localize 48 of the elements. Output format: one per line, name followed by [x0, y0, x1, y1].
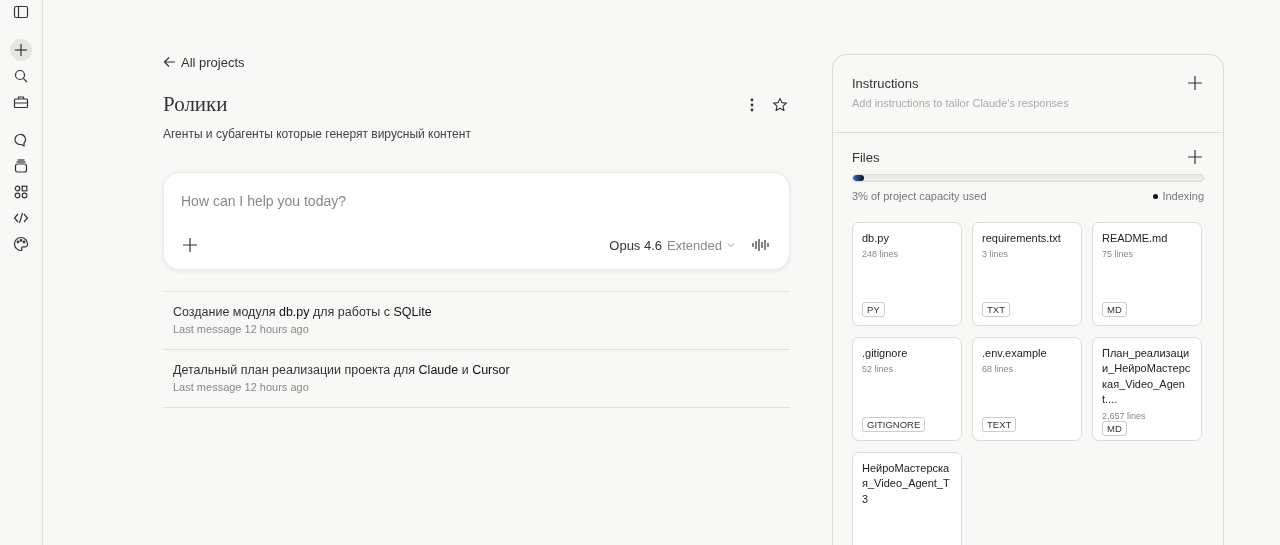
- file-card[interactable]: .gitignore 52 lines GITIGNORE: [852, 337, 962, 441]
- file-type-tag: PY: [862, 302, 885, 317]
- file-line-count: 248 lines: [862, 249, 899, 260]
- project-description: Агенты и субагенты которые генерят вирусный контент: [163, 127, 472, 141]
- chevron-down-icon: [727, 242, 735, 248]
- file-type-tag: GITIGNORE: [862, 417, 926, 432]
- conversation-timestamp: Last message 12 hours ago: [173, 381, 310, 393]
- conversation-item[interactable]: Детальный план реализации проекта для Claude и Cursor Last message 12 hours ago: [163, 350, 790, 408]
- file-type-tag: TXT: [982, 302, 1010, 317]
- file-card[interactable]: План_реализации_НейроМастерская_Video_Agent.... 2,657 lines MD: [1092, 337, 1202, 441]
- file-line-count: 2,657 lines: [1102, 410, 1146, 421]
- status-dot-icon: [1153, 193, 1159, 199]
- file-card[interactable]: requirements.txt 3 lines TXT: [972, 222, 1082, 326]
- file-type-tag: TEXT: [982, 417, 1017, 432]
- file-name: .gitignore: [862, 346, 909, 361]
- file-type-tag: MD: [1102, 420, 1127, 436]
- file-line-count: 68 lines: [982, 364, 1014, 375]
- file-line-count: 52 lines: [862, 364, 894, 375]
- section-title: Instructions: [852, 75, 919, 91]
- conversation-title: Создание модуля db.py для работы с SQLite: [173, 305, 433, 319]
- file-line-count: 75 lines: [1102, 249, 1134, 260]
- project-title: Ролики: [163, 92, 228, 117]
- new-chat-icon[interactable]: [10, 39, 32, 61]
- all-projects-link[interactable]: All projects: [163, 54, 245, 70]
- conversation-timestamp: Last message 12 hours ago: [173, 323, 310, 335]
- file-name: .env.example: [982, 346, 1048, 361]
- model-selector[interactable]: Opus 4.6 Extended: [609, 237, 735, 253]
- add-file-icon[interactable]: [1186, 148, 1204, 166]
- section-title: Files: [852, 149, 880, 165]
- file-name: НейроМастерская_Video_Agent_T3: [862, 461, 951, 507]
- capacity-label: 3% of project capacity used: [852, 190, 987, 202]
- file-card[interactable]: db.py 248 lines PY: [852, 222, 962, 326]
- file-name: requirements.txt: [982, 231, 1062, 246]
- conversation-title: Детальный план реализации проекта для Claude и Cursor: [173, 363, 511, 377]
- file-name: README.md: [1102, 231, 1169, 246]
- indexing-status: Indexing: [1162, 190, 1204, 202]
- file-name: План_реализации_НейроМастерская_Video_Agent....: [1102, 346, 1192, 408]
- file-card[interactable]: README.md 75 lines MD: [1092, 222, 1202, 326]
- conversation-item[interactable]: Создание модуля db.py для работы с SQLite Last message 12 hours ago: [163, 292, 790, 350]
- file-line-count: 3 lines: [982, 249, 1008, 260]
- add-icon[interactable]: [181, 236, 199, 254]
- file-type-tag: MD: [1102, 302, 1127, 317]
- file-card[interactable]: .env.example 68 lines TEXT: [972, 337, 1082, 441]
- file-name: db.py: [862, 231, 890, 246]
- file-card[interactable]: НейроМастерская_Video_Agent_T3: [852, 452, 962, 545]
- back-arrow-icon: [163, 56, 176, 68]
- add-instructions-icon[interactable]: [1186, 74, 1204, 92]
- message-input-field[interactable]: How can I help you today?: [181, 191, 773, 211]
